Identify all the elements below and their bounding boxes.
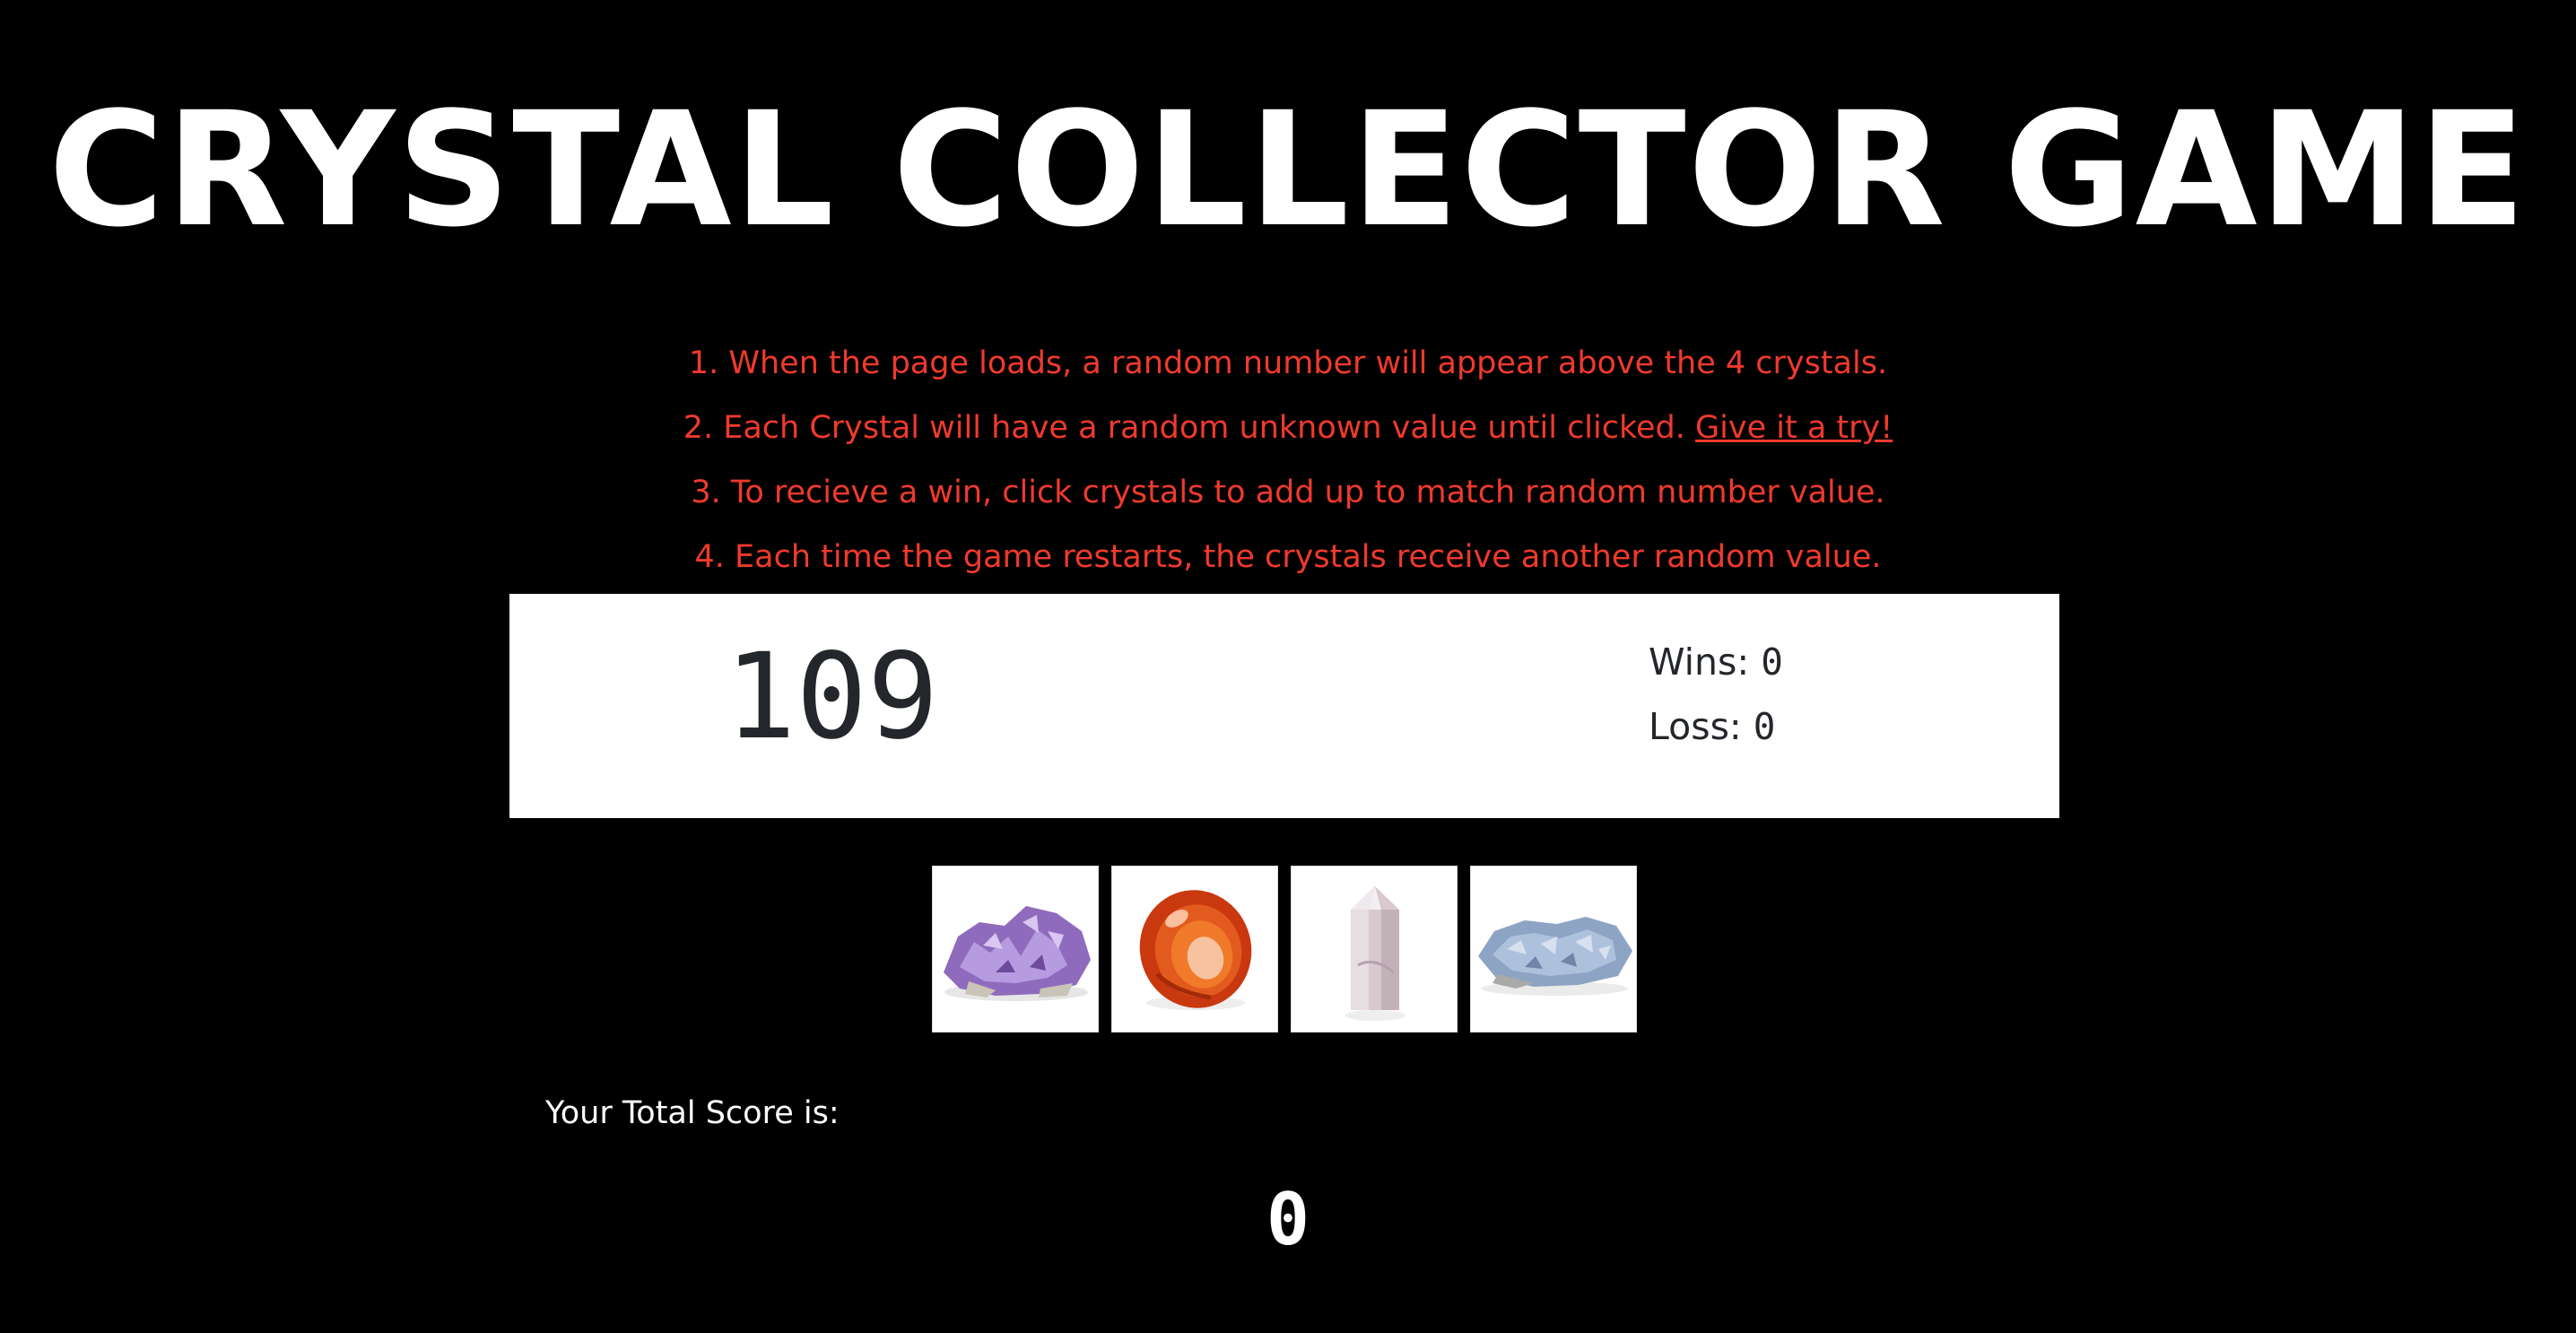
total-score-value: 0 (1266, 1178, 1310, 1261)
loss-label: Loss: (1649, 705, 1754, 748)
wins-label: Wins: (1649, 640, 1762, 684)
wins-value: 0 (1761, 640, 1783, 684)
instruction-2-text: 2. Each Crystal will have a random unkno… (683, 410, 1696, 446)
loss-stat: Loss: 0 (1649, 703, 1936, 768)
instructions: 1. When the page loads, a random number … (0, 339, 2576, 597)
total-score-label: Your Total Score is: (545, 1095, 840, 1131)
wins-stat: Wins: 0 (1649, 639, 1936, 703)
scoreboard: 109 Wins: 0 Loss: 0 (509, 594, 2059, 818)
amethyst-crystal-button[interactable] (932, 866, 1099, 1032)
instruction-1: 1. When the page loads, a random number … (688, 345, 1888, 381)
crystal-row (932, 866, 1637, 1032)
instruction-2: 2. Each Crystal will have a random unkno… (0, 404, 2576, 468)
quartz-crystal-button[interactable] (1291, 866, 1458, 1032)
quartz-crystal-icon (1345, 886, 1405, 1021)
game-page: CRYSTAL COLLECTOR GAME 1. When the page … (0, 0, 2576, 1333)
instruction-3: 3. To recieve a win, click crystals to a… (691, 475, 1885, 510)
loss-value: 0 (1753, 705, 1776, 748)
carnelian-crystal-button[interactable] (1111, 866, 1278, 1032)
carnelian-crystal-icon (1139, 890, 1252, 1010)
celestite-crystal-button[interactable] (1470, 866, 1637, 1032)
celestite-crystal-icon (1478, 917, 1632, 996)
give-it-a-try-link[interactable]: Give it a try! (1695, 410, 1893, 446)
instruction-4: 4. Each time the game restarts, the crys… (694, 539, 1882, 575)
target-number: 109 (725, 628, 939, 766)
stats: Wins: 0 Loss: 0 (1649, 639, 1936, 768)
page-title: CRYSTAL COLLECTOR GAME (48, 78, 2528, 262)
amethyst-crystal-icon (944, 906, 1091, 1001)
